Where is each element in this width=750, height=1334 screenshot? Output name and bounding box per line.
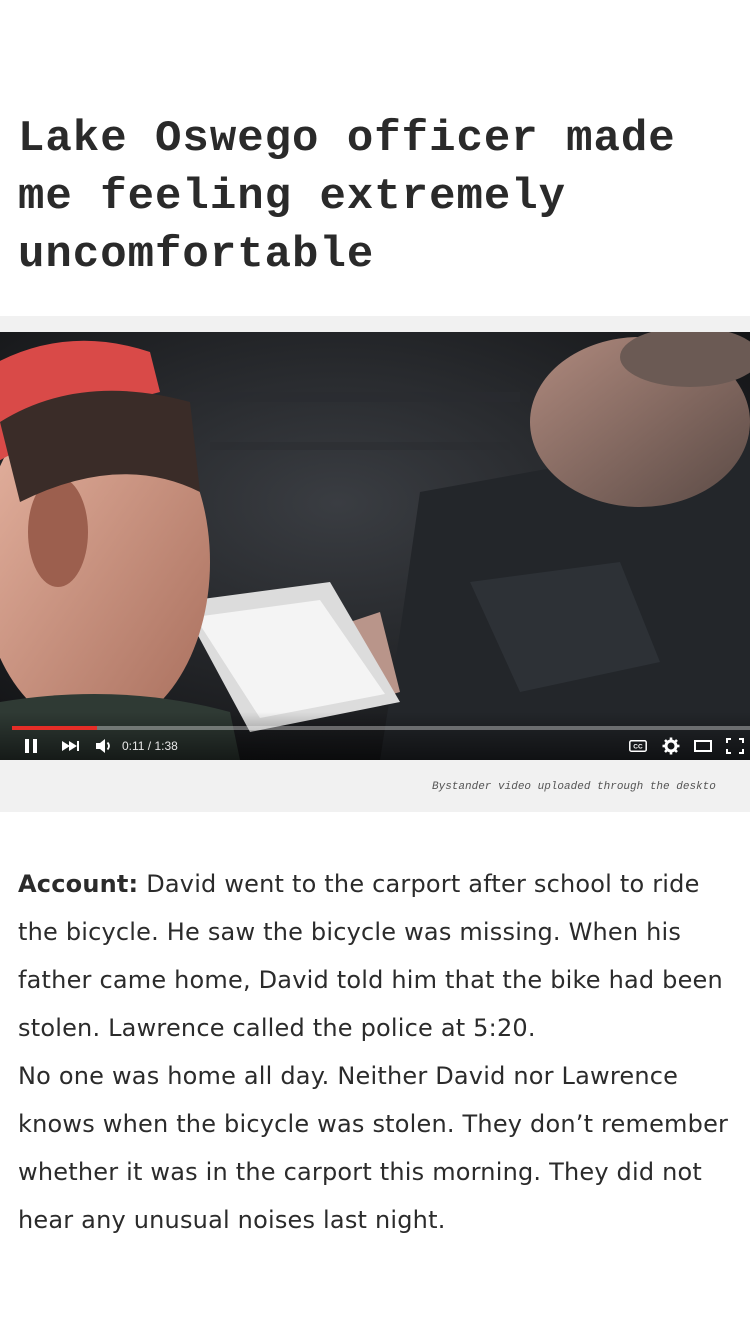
fullscreen-icon[interactable]	[724, 736, 746, 756]
account-body: Account: David went to the carport after…	[18, 860, 732, 1244]
svg-text:CC: CC	[633, 744, 643, 751]
video-time: 0:11 / 1:38	[122, 739, 178, 753]
video-progress-bar[interactable]	[12, 726, 750, 730]
cc-icon[interactable]: CC	[628, 736, 648, 756]
account-label: Account:	[18, 870, 139, 898]
next-icon[interactable]	[60, 736, 82, 756]
gear-icon[interactable]	[661, 736, 681, 756]
volume-icon[interactable]	[94, 736, 114, 756]
video-player[interactable]: 0:11 / 1:38 CC	[0, 332, 750, 760]
account-paragraph-2: No one was home all day. Neither David n…	[18, 1062, 729, 1234]
video-progress-fill	[12, 726, 97, 730]
theater-icon[interactable]	[692, 736, 714, 756]
video-caption: Bystander video uploaded through the des…	[432, 781, 716, 793]
pause-icon[interactable]	[22, 736, 40, 756]
article-headline: Lake Oswego officer made me feeling extr…	[18, 114, 676, 280]
account-paragraph-1: Account: David went to the carport after…	[18, 860, 732, 1052]
video-frame	[0, 332, 750, 760]
